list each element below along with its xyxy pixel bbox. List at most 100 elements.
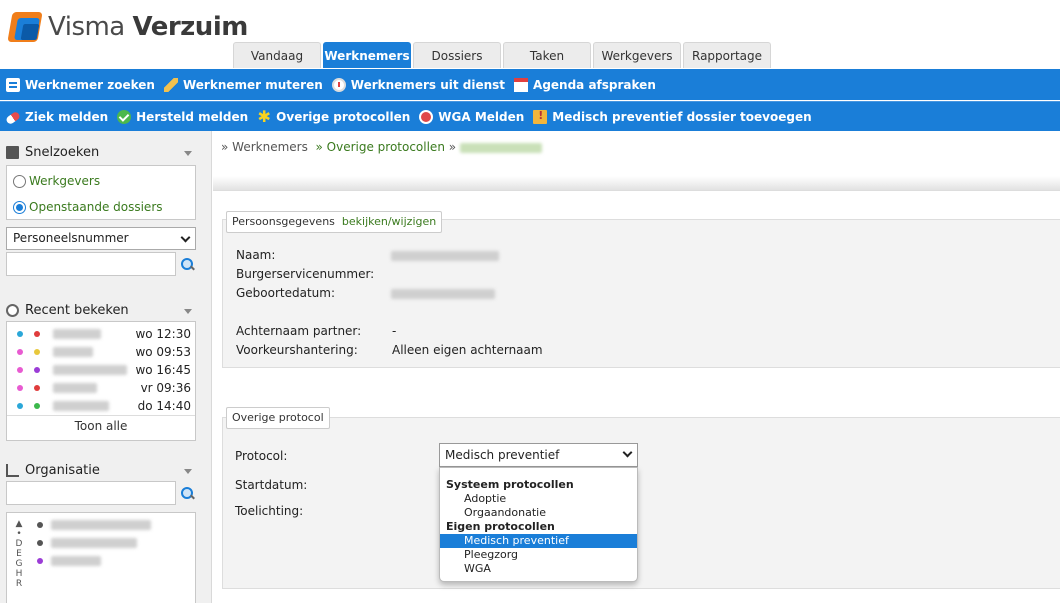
radio-werkgevers-circle[interactable] — [13, 174, 26, 188]
recent-bekeken-title: Recent bekeken — [25, 303, 129, 318]
snelzoeken-type-select[interactable]: Personeelsnummer — [6, 227, 196, 250]
tab-dossiers[interactable]: Dossiers — [413, 42, 501, 68]
radio-werkgevers[interactable]: Werkgevers — [7, 168, 195, 194]
bekijken-wijzigen-link[interactable]: bekijken/wijzigen — [342, 212, 436, 232]
hersteld-melden-button[interactable]: Hersteld melden — [117, 109, 248, 124]
tree-list-icon — [6, 464, 19, 477]
recent-bekeken-header[interactable]: Recent bekeken — [6, 303, 129, 318]
status-dot-icon — [34, 331, 40, 337]
werknemers-uit-dienst-button[interactable]: Werknemers uit dienst — [331, 77, 506, 92]
redacted-name — [53, 347, 93, 357]
option-pleegzorg[interactable]: Pleegzorg — [440, 548, 637, 562]
history-icon — [6, 304, 19, 317]
toon-alle-link[interactable]: Toon alle — [7, 415, 195, 435]
organisatie-search-input[interactable] — [6, 481, 176, 505]
status-dot-icon — [17, 367, 23, 373]
radio-openstaande-dossiers[interactable]: Openstaande dossiers — [7, 194, 195, 220]
recent-item[interactable]: wo 12:30 — [7, 325, 195, 343]
persoonsgegevens-title: Persoonsgegevens — [232, 215, 335, 228]
toolbar-acties: Ziek melden Hersteld melden ✱ Overige pro… — [0, 101, 1060, 131]
achternaam-partner-value: - — [392, 324, 397, 338]
option-orgaandonatie[interactable]: Orgaandonatie — [440, 506, 637, 520]
breadcrumb-separator: » — [448, 140, 457, 154]
status-dot-icon — [34, 385, 40, 391]
breadcrumb-werknemers[interactable]: » Werknemers — [221, 140, 308, 154]
toolbar-werknemers: Werknemer zoeken Werknemer muteren Werkn… — [0, 69, 1060, 100]
recent-item-time: do 14:40 — [137, 399, 191, 413]
tab-rapportage[interactable]: Rapportage — [683, 42, 771, 68]
redacted-employee-name — [459, 142, 542, 153]
search-icon[interactable] — [181, 258, 195, 272]
status-dot-icon — [17, 349, 23, 355]
tab-taken[interactable]: Taken — [503, 42, 591, 68]
snelzoeken-collapse-icon[interactable] — [184, 151, 192, 156]
visma-logo-icon — [7, 12, 43, 42]
optgroup-systeem-protocollen: Systeem protocollen — [446, 478, 574, 491]
protocol-dropdown-list: Systeem protocollen Adoptie Orgaandonati… — [439, 467, 638, 582]
snelzoeken-type-value: Personeelsnummer — [13, 231, 129, 245]
recent-bekeken-list: wo 12:30 wo 09:53 wo 16:45 vr 09:36 do 1… — [6, 321, 196, 441]
agenda-afspraken-label: Agenda afspraken — [533, 77, 656, 92]
agenda-afspraken-button[interactable]: Agenda afspraken — [514, 77, 656, 92]
chevron-down-icon — [622, 447, 633, 458]
medisch-preventief-dossier-label: Medisch preventief dossier toevoegen — [552, 109, 812, 124]
organisatie-collapse-icon[interactable] — [184, 469, 192, 474]
wga-melden-button[interactable]: WGA Melden — [419, 109, 524, 124]
protocol-select-value: Medisch preventief — [445, 448, 560, 462]
recent-item[interactable]: wo 16:45 — [7, 361, 195, 379]
ziek-melden-label: Ziek melden — [25, 109, 109, 124]
tab-vandaag[interactable]: Vandaag — [233, 42, 321, 68]
protocol-select[interactable]: Medisch preventief — [439, 443, 638, 467]
option-adoptie[interactable]: Adoptie — [440, 492, 637, 506]
organisatie-tree: ▲ • D E G H R — [6, 512, 196, 603]
search-icon[interactable] — [181, 487, 195, 501]
organisatie-header[interactable]: Organisatie — [6, 463, 100, 478]
recent-item-time: wo 09:53 — [135, 345, 191, 359]
org-tree-item[interactable] — [7, 552, 195, 570]
ziek-melden-button[interactable]: Ziek melden — [4, 109, 109, 126]
organisatie-title: Organisatie — [25, 463, 100, 478]
option-wga[interactable]: WGA — [440, 562, 637, 576]
status-dot-icon — [34, 403, 40, 409]
org-node-icon — [37, 558, 43, 564]
tab-werkgevers[interactable]: Werkgevers — [593, 42, 681, 68]
overige-protocollen-button[interactable]: ✱ Overige protocollen — [257, 106, 410, 126]
org-tree-item[interactable] — [7, 516, 195, 534]
org-tree-item[interactable] — [7, 534, 195, 552]
overige-protocol-panel — [222, 417, 1060, 589]
redacted-geboortedatum-value — [391, 289, 495, 299]
overige-protocol-legend: Overige protocol — [226, 407, 330, 429]
recent-item[interactable]: vr 09:36 — [7, 379, 195, 397]
toelichting-label: Toelichting: — [235, 504, 304, 518]
snelzoeken-search-input[interactable] — [6, 252, 176, 276]
recent-item-time: wo 16:45 — [135, 363, 191, 377]
binoculars-icon — [6, 77, 20, 92]
redacted-naam-value — [391, 251, 499, 261]
org-node-icon — [37, 522, 43, 528]
check-icon — [117, 109, 132, 124]
radio-openstaande-dossiers-label: Openstaande dossiers — [29, 200, 163, 214]
recent-collapse-icon[interactable] — [184, 309, 192, 314]
calendar-icon — [514, 77, 529, 92]
optgroup-eigen-protocollen: Eigen protocollen — [446, 520, 555, 533]
breadcrumb-overige-protocollen[interactable]: » Overige protocollen — [315, 140, 444, 154]
star-icon: ✱ — [257, 106, 271, 126]
redacted-name — [53, 329, 101, 339]
building-icon — [6, 146, 19, 159]
option-medisch-preventief[interactable]: Medisch preventief — [440, 534, 637, 548]
snelzoeken-header[interactable]: Snelzoeken — [6, 145, 99, 160]
werknemers-uit-dienst-label: Werknemers uit dienst — [350, 77, 506, 92]
recent-item[interactable]: do 14:40 — [7, 397, 195, 415]
status-dot-icon — [34, 349, 40, 355]
werknemer-zoeken-button[interactable]: Werknemer zoeken — [6, 77, 155, 92]
redacted-org-name — [51, 556, 101, 566]
recent-item[interactable]: wo 09:53 — [7, 343, 195, 361]
folder-warning-icon — [533, 109, 548, 124]
main-content: » Werknemers » Overige protocollen » Per… — [213, 131, 1060, 603]
wga-icon — [419, 109, 434, 124]
radio-openstaande-dossiers-circle[interactable] — [13, 200, 26, 214]
medisch-preventief-dossier-button[interactable]: Medisch preventief dossier toevoegen — [533, 109, 812, 124]
werknemer-muteren-button[interactable]: Werknemer muteren — [163, 77, 323, 92]
voorkeurshantering-label: Voorkeurshantering: — [236, 343, 358, 357]
tab-werknemers[interactable]: Werknemers — [323, 42, 411, 68]
